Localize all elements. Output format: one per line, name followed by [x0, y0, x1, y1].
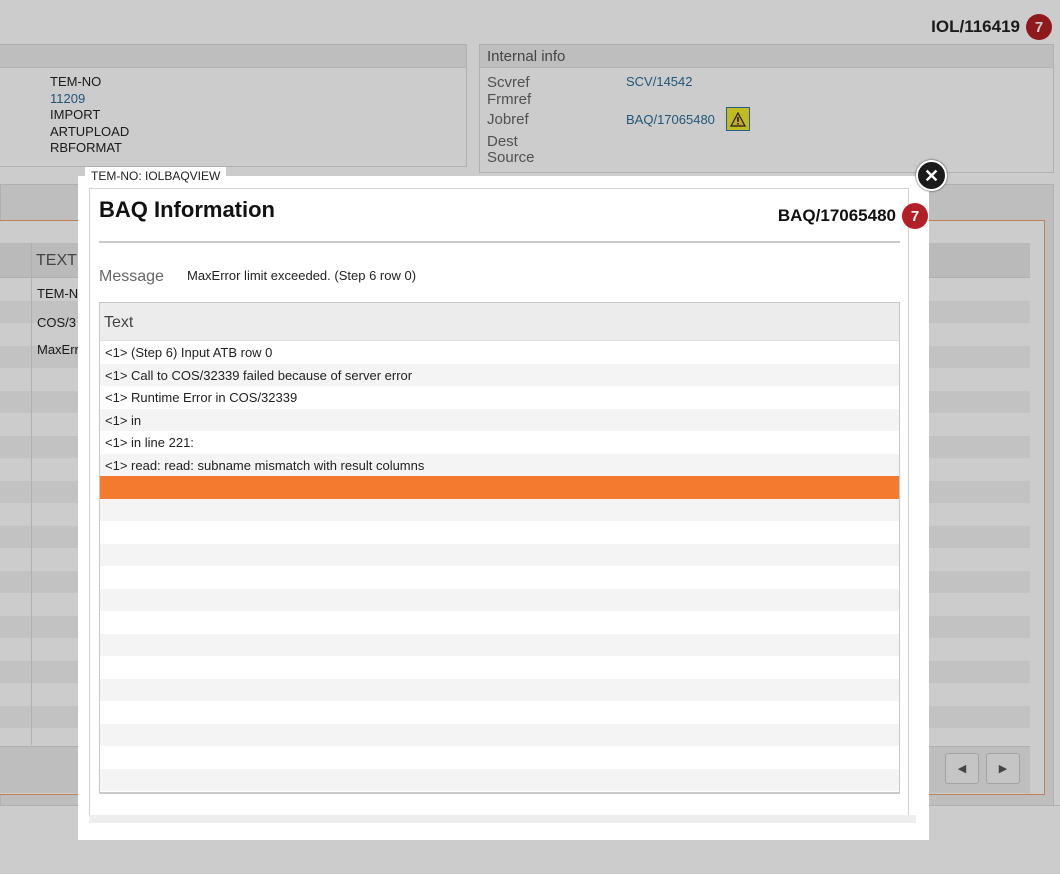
message-label: Message — [99, 268, 164, 285]
grid-row[interactable]: <1> (Step 6) Input ATB row 0 — [100, 341, 899, 364]
grid-row[interactable]: <1> Call to COS/32339 failed because of … — [100, 363, 899, 386]
grid-row[interactable]: <1> in — [100, 408, 899, 431]
dialog-record-header: BAQ/17065480 7 — [778, 203, 928, 229]
grid-row[interactable] — [100, 476, 899, 499]
grid-row[interactable]: <1> in line 221: — [100, 431, 899, 454]
text-grid: Text <1> (Step 6) Input ATB row 0 <1> Cal… — [99, 302, 900, 793]
grid-row[interactable] — [100, 588, 899, 611]
grid-row[interactable] — [100, 656, 899, 679]
grid-body: <1> (Step 6) Input ATB row 0 <1> Call to … — [100, 341, 899, 792]
grid-row[interactable] — [100, 723, 899, 746]
dialog-bottom-band — [89, 815, 916, 823]
close-button[interactable]: ✕ — [916, 160, 947, 191]
grid-column-header[interactable]: Text — [100, 303, 899, 341]
grid-row[interactable] — [100, 611, 899, 634]
grid-row[interactable]: <1> Runtime Error in COS/32339 — [100, 386, 899, 409]
grid-bottom-border — [99, 792, 900, 794]
grid-row[interactable] — [100, 498, 899, 521]
grid-row[interactable] — [100, 566, 899, 589]
grid-row[interactable] — [100, 521, 899, 544]
grid-row[interactable] — [100, 678, 899, 701]
grid-row[interactable] — [100, 633, 899, 656]
title-separator — [99, 241, 900, 243]
dialog-tab-label: TEM-NO: IOLBAQVIEW — [85, 167, 227, 184]
dialog-record-badge: 7 — [902, 203, 928, 229]
close-icon: ✕ — [923, 165, 940, 186]
grid-row[interactable] — [100, 543, 899, 566]
message-text: MaxError limit exceeded. (Step 6 row 0) — [187, 268, 417, 283]
dialog-record-id: BAQ/17065480 — [777, 206, 896, 225]
dialog-title: BAQ Information — [99, 197, 275, 222]
grid-row[interactable] — [100, 746, 899, 769]
grid-row[interactable] — [100, 701, 899, 724]
grid-row[interactable]: <1> read: read: subname mismatch with re… — [100, 453, 899, 476]
grid-row[interactable] — [100, 768, 899, 791]
